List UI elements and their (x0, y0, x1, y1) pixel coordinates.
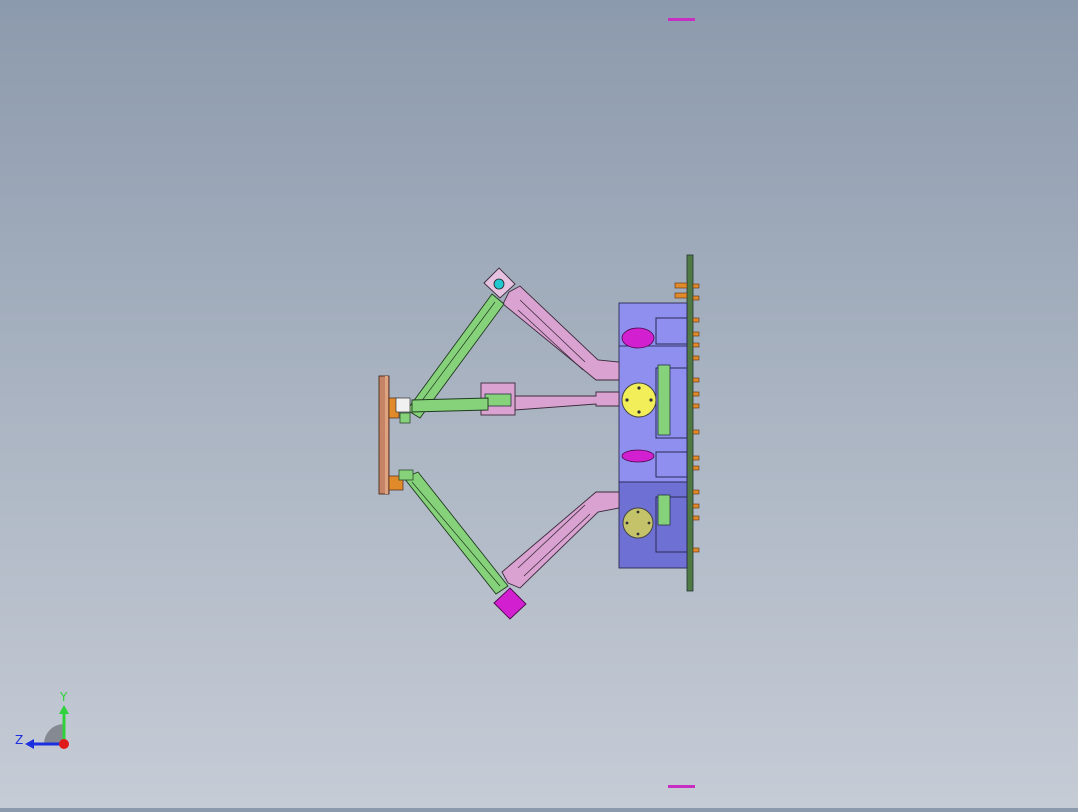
top-edge-marker (668, 18, 695, 21)
joint-cap-top (621, 327, 655, 349)
cad-viewport[interactable]: Y Z (0, 0, 1078, 808)
upper-arm-bottom (501, 491, 620, 589)
motor-disc-secondary (622, 507, 654, 539)
upper-arm-middle (514, 391, 620, 411)
joint-cap-bottom (621, 449, 655, 463)
bottom-edge-marker (668, 785, 695, 788)
triad-z-label: Z (15, 733, 23, 747)
mounting-plate (686, 254, 694, 592)
cad-scene[interactable]: Y Z (0, 0, 1078, 808)
lower-arm-bottom (403, 471, 509, 595)
green-bracket-middle (657, 364, 671, 436)
delta-robot-model[interactable] (378, 254, 700, 620)
end-effector (378, 375, 414, 495)
triad-z-arrow (25, 739, 34, 749)
green-bracket-bottom (657, 494, 671, 526)
triad-y-label: Y (59, 690, 68, 704)
motor-disc-main (621, 382, 657, 418)
triad-x-axis-dot (59, 739, 69, 749)
coordinate-triad[interactable]: Y Z (15, 690, 69, 749)
lower-arm-middle (411, 397, 489, 413)
triad-y-arrow (59, 705, 69, 714)
